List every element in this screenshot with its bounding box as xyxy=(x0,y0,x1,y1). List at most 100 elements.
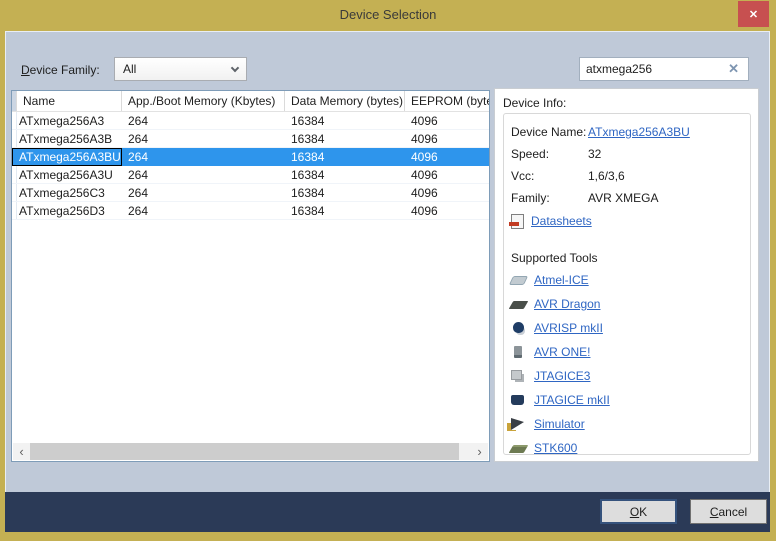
vcc-field: Vcc: 1,6/3,6 xyxy=(511,165,746,187)
cell-eeprom: 4096 xyxy=(405,132,489,146)
dialog-title: Device Selection xyxy=(0,0,776,29)
datasheets-row: Datasheets xyxy=(511,209,746,233)
speed-value: 32 xyxy=(588,147,601,161)
column-header-data-memory[interactable]: Data Memory (bytes) xyxy=(285,91,405,111)
avr-one-icon xyxy=(514,346,522,358)
device-family-selected-value: All xyxy=(123,62,136,76)
cell-name: ATxmega256D3 xyxy=(12,204,122,218)
table-horizontal-scrollbar[interactable]: ‹ › xyxy=(13,443,488,460)
tool-row-stk600: STK600 xyxy=(511,436,746,455)
cell-name: ATxmega256A3BU xyxy=(12,148,122,166)
tool-link-jtagice3[interactable]: JTAGICE3 xyxy=(534,369,590,383)
datasheets-link[interactable]: Datasheets xyxy=(531,214,592,228)
cell-app-boot-memory: 264 xyxy=(122,168,285,182)
table-row-selected[interactable]: ATxmega256A3BU 264 16384 4096 xyxy=(12,148,489,166)
close-icon: ✕ xyxy=(749,8,758,21)
tool-link-avr-one[interactable]: AVR ONE! xyxy=(534,345,590,359)
avr-dragon-icon xyxy=(509,301,529,309)
cell-app-boot-memory: 264 xyxy=(122,204,285,218)
scroll-left-icon[interactable]: ‹ xyxy=(13,444,30,460)
supported-tools-heading: Supported Tools xyxy=(511,248,746,268)
table-header: Name App./Boot Memory (Kbytes) Data Memo… xyxy=(12,91,489,112)
vcc-value: 1,6/3,6 xyxy=(588,169,625,183)
tool-link-simulator[interactable]: Simulator xyxy=(534,417,585,431)
tool-row-simulator: Simulator xyxy=(511,412,746,436)
cell-name: ATxmega256A3 xyxy=(12,114,122,128)
cell-name: ATxmega256A3U xyxy=(12,168,122,182)
device-info-heading: Device Info: xyxy=(495,89,758,110)
tool-row-avrisp-mkii: AVRISP mkII xyxy=(511,316,746,340)
device-name-link[interactable]: ATxmega256A3BU xyxy=(588,125,690,139)
cell-eeprom: 4096 xyxy=(405,186,489,200)
device-family-label: Device Family: xyxy=(21,63,100,77)
column-header-app-boot-memory[interactable]: App./Boot Memory (Kbytes) xyxy=(122,91,285,111)
simulator-icon xyxy=(511,418,524,430)
cell-data-memory: 16384 xyxy=(285,168,405,182)
speed-field: Speed: 32 xyxy=(511,143,746,165)
tool-link-avrisp-mkii[interactable]: AVRISP mkII xyxy=(534,321,603,335)
tool-row-jtagice-mkii: JTAGICE mkII xyxy=(511,388,746,412)
tool-link-jtagice-mkii[interactable]: JTAGICE mkII xyxy=(534,393,610,407)
device-name-field: Device Name: ATxmega256A3BU xyxy=(511,121,746,143)
cell-eeprom: 4096 xyxy=(405,114,489,128)
pdf-icon xyxy=(511,214,524,229)
column-header-eeprom[interactable]: EEPROM (bytes) xyxy=(405,91,489,111)
cell-app-boot-memory: 264 xyxy=(122,150,285,164)
avrisp-mkii-icon xyxy=(513,322,524,333)
cell-data-memory: 16384 xyxy=(285,204,405,218)
family-label: Family: xyxy=(511,191,588,205)
cell-name: ATxmega256C3 xyxy=(12,186,122,200)
table-body: ATxmega256A3 264 16384 4096 ATxmega256A3… xyxy=(12,112,489,220)
device-family-select[interactable]: All xyxy=(114,57,247,81)
speed-label: Speed: xyxy=(511,147,588,161)
chevron-down-icon xyxy=(231,63,239,71)
scroll-right-icon[interactable]: › xyxy=(471,444,488,460)
device-name-label: Device Name: xyxy=(511,125,588,139)
search-box: ✕ xyxy=(579,57,749,81)
jtagice-mkii-icon xyxy=(511,395,524,405)
stk600-icon xyxy=(509,445,529,453)
jtagice3-icon xyxy=(511,370,522,380)
dialog-content: Device Family: All ✕ Name App./Boot Memo… xyxy=(5,31,770,492)
vcc-label: Vcc: xyxy=(511,169,588,183)
tool-row-avr-one: AVR ONE! xyxy=(511,340,746,364)
table-row[interactable]: ATxmega256D3 264 16384 4096 xyxy=(12,202,489,220)
tool-link-atmel-ice[interactable]: Atmel-ICE xyxy=(534,273,589,287)
scrollbar-thumb[interactable] xyxy=(30,443,459,460)
cell-data-memory: 16384 xyxy=(285,150,405,164)
tool-row-jtagice3: JTAGICE3 xyxy=(511,364,746,388)
device-selection-dialog: Device Selection ✕ Device Family: All ✕ … xyxy=(0,0,776,541)
cell-name: ATxmega256A3B xyxy=(12,132,122,146)
table-row[interactable]: ATxmega256C3 264 16384 4096 xyxy=(12,184,489,202)
tool-link-avr-dragon[interactable]: AVR Dragon xyxy=(534,297,600,311)
cell-data-memory: 16384 xyxy=(285,132,405,146)
table-row[interactable]: ATxmega256A3 264 16384 4096 xyxy=(12,112,489,130)
titlebar[interactable]: Device Selection ✕ xyxy=(0,0,776,31)
cell-app-boot-memory: 264 xyxy=(122,114,285,128)
device-info-box: Device Name: ATxmega256A3BU Speed: 32 Vc… xyxy=(503,113,751,455)
cell-app-boot-memory: 264 xyxy=(122,186,285,200)
cell-data-memory: 16384 xyxy=(285,114,405,128)
cell-app-boot-memory: 264 xyxy=(122,132,285,146)
close-button[interactable]: ✕ xyxy=(738,1,769,27)
column-header-name[interactable]: Name xyxy=(17,91,122,111)
device-info-panel: Device Info: Device Name: ATxmega256A3BU… xyxy=(494,88,759,462)
tool-link-stk600[interactable]: STK600 xyxy=(534,441,577,455)
tool-row-atmel-ice: Atmel-ICE xyxy=(511,268,746,292)
cell-data-memory: 16384 xyxy=(285,186,405,200)
table-row[interactable]: ATxmega256A3U 264 16384 4096 xyxy=(12,166,489,184)
footer: OK Cancel xyxy=(5,492,770,532)
table-row[interactable]: ATxmega256A3B 264 16384 4096 xyxy=(12,130,489,148)
cancel-button[interactable]: Cancel xyxy=(690,499,767,524)
device-table: Name App./Boot Memory (Kbytes) Data Memo… xyxy=(11,90,490,462)
cell-eeprom: 4096 xyxy=(405,150,489,164)
cell-eeprom: 4096 xyxy=(405,168,489,182)
ok-button[interactable]: OK xyxy=(600,499,677,524)
clear-search-icon[interactable]: ✕ xyxy=(724,61,748,77)
search-input[interactable] xyxy=(580,62,724,76)
family-field: Family: AVR XMEGA xyxy=(511,187,746,209)
cell-eeprom: 4096 xyxy=(405,204,489,218)
tool-row-avr-dragon: AVR Dragon xyxy=(511,292,746,316)
family-value: AVR XMEGA xyxy=(588,191,658,205)
atmel-ice-icon xyxy=(509,276,528,285)
